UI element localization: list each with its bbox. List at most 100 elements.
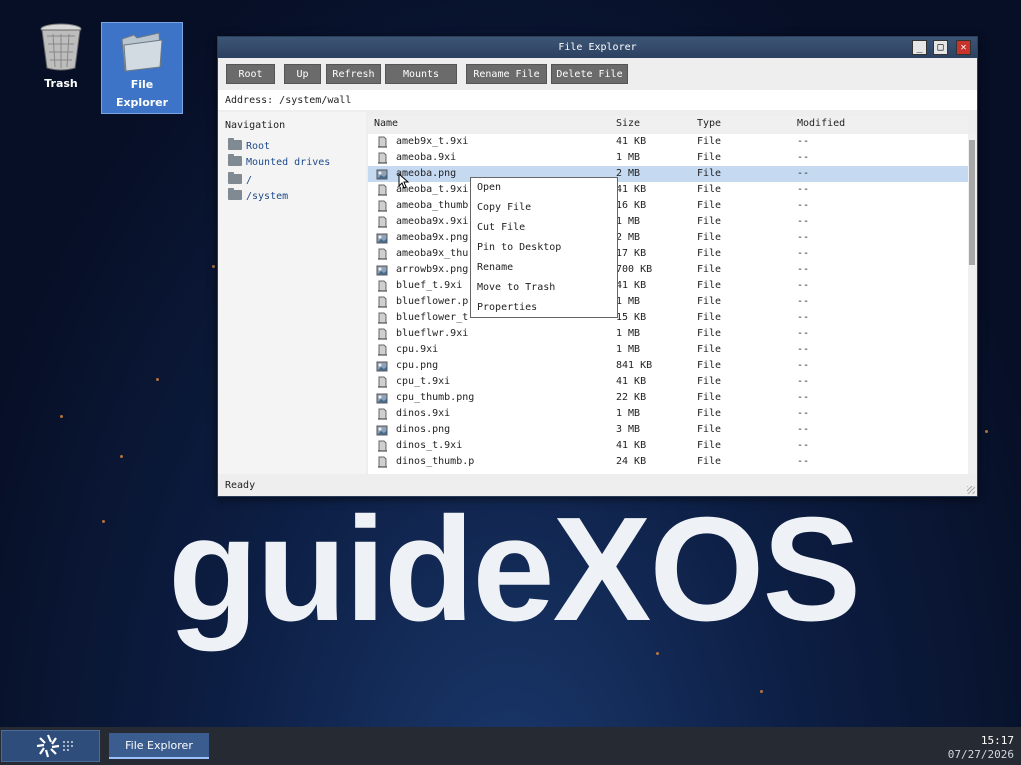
file-type: File [697, 312, 722, 323]
file-icon [378, 152, 387, 164]
file-type: File [697, 360, 722, 371]
file-type: File [697, 264, 722, 275]
file-name: blueflwr.9xi [396, 328, 469, 339]
table-row[interactable]: cpu_t.9xi 41 KB File -- [368, 374, 968, 390]
desktop-icon-file-explorer[interactable]: File Explorer [101, 22, 183, 114]
clock-date: 07/27/2026 [947, 748, 1014, 761]
file-list[interactable]: Name Size Type Modified ameb9x_t.9xi 41 K… [368, 116, 968, 474]
spark [60, 415, 63, 418]
file-modified: -- [797, 312, 810, 323]
file-modified: -- [797, 136, 810, 147]
nav-item-slash[interactable]: / [228, 172, 253, 188]
table-row[interactable]: bluef_t.9xi 41 KB File -- [368, 278, 968, 294]
file-type: File [697, 344, 722, 355]
minimize-button[interactable]: _ [912, 40, 927, 55]
file-icon [378, 408, 387, 420]
maximize-button[interactable]: □ [933, 40, 948, 55]
folder-icon [228, 154, 242, 166]
table-row[interactable]: ameb9x_t.9xi 41 KB File -- [368, 134, 968, 150]
table-row[interactable]: arrowb9x.png 700 KB File -- [368, 262, 968, 278]
column-header-modified[interactable]: Modified [797, 117, 845, 131]
nav-item-label: / [246, 175, 253, 186]
table-row[interactable]: ameoba9x.png 2 MB File -- [368, 230, 968, 246]
address-bar[interactable]: Address: /system/wall [218, 90, 977, 110]
nav-item-system[interactable]: /system [228, 188, 289, 204]
desktop-icon-trash[interactable]: Trash [21, 22, 101, 93]
scrollbar-thumb[interactable] [969, 140, 975, 265]
file-modified: -- [797, 296, 810, 307]
file-size: 1 MB [616, 152, 641, 163]
file-name: cpu.9xi [396, 344, 439, 355]
file-modified: -- [797, 264, 810, 275]
column-header-size[interactable]: Size [616, 117, 640, 131]
table-row[interactable]: ameoba9x.9xi 1 MB File -- [368, 214, 968, 230]
file-icon [378, 328, 387, 340]
close-button[interactable]: ✕ [956, 40, 971, 55]
nav-item-root[interactable]: Root [228, 138, 270, 154]
delete-file-button[interactable]: Delete File [551, 64, 628, 84]
table-row[interactable]: ameoba_t.9xi 41 KB File -- [368, 182, 968, 198]
file-type: File [697, 296, 722, 307]
table-row[interactable]: dinos_thumb.p 24 KB File -- [368, 454, 968, 470]
menu-item-open[interactable]: Open [477, 181, 501, 195]
table-row[interactable]: cpu.png 841 KB File -- [368, 358, 968, 374]
file-type: File [697, 424, 722, 435]
table-row[interactable]: ameoba_thumb 16 KB File -- [368, 198, 968, 214]
file-icon [378, 312, 387, 324]
menu-item-cut-file[interactable]: Cut File [477, 221, 525, 235]
table-row[interactable]: ameoba.png 2 MB File -- [368, 166, 968, 182]
menu-item-properties[interactable]: Properties [477, 301, 537, 315]
taskbar-item-file-explorer[interactable]: File Explorer [109, 733, 209, 759]
up-button[interactable]: Up [284, 64, 321, 84]
nav-item-label: /system [246, 191, 289, 202]
column-header-name[interactable]: Name [374, 117, 398, 131]
file-name: dinos.9xi [396, 408, 451, 419]
file-size: 1 MB [616, 328, 641, 339]
menu-item-move-to-trash[interactable]: Move to Trash [477, 281, 555, 295]
file-type: File [697, 408, 722, 419]
file-modified: -- [797, 280, 810, 291]
root-button[interactable]: Root [226, 64, 275, 84]
file-modified: -- [797, 168, 810, 179]
table-row[interactable]: ameoba9x_thu 17 KB File -- [368, 246, 968, 262]
nav-item-mounted-drives[interactable]: Mounted drives [228, 154, 331, 170]
file-size: 1 MB [616, 296, 641, 307]
table-row[interactable]: blueflower.p 1 MB File -- [368, 294, 968, 310]
table-row[interactable]: dinos_t.9xi 41 KB File -- [368, 438, 968, 454]
rename-file-button[interactable]: Rename File [466, 64, 547, 84]
table-row[interactable]: cpu.9xi 1 MB File -- [368, 342, 968, 358]
mounts-button[interactable]: Mounts [385, 64, 457, 84]
clock[interactable]: 15:17 07/27/2026 [948, 734, 1014, 762]
table-row[interactable]: blueflower_t 15 KB File -- [368, 310, 968, 326]
desktop-icon-label: File [130, 78, 154, 91]
file-type: File [697, 328, 722, 339]
clock-time: 15:17 [980, 734, 1014, 747]
window-titlebar[interactable]: File Explorer _ □ ✕ [218, 37, 977, 58]
file-icon [378, 344, 387, 356]
refresh-button[interactable]: Refresh [326, 64, 381, 84]
file-list-header: Name Size Type Modified [368, 116, 968, 134]
menu-item-pin-to-desktop[interactable]: Pin to Desktop [477, 241, 561, 255]
column-header-type[interactable]: Type [697, 117, 721, 131]
file-type: File [697, 280, 722, 291]
table-row[interactable]: dinos.9xi 1 MB File -- [368, 406, 968, 422]
menu-item-copy-file[interactable]: Copy File [477, 201, 531, 215]
resize-grip[interactable] [967, 486, 975, 494]
file-modified: -- [797, 424, 810, 435]
desktop-icon-label: Trash [44, 77, 78, 90]
menu-item-rename[interactable]: Rename [477, 261, 513, 275]
spark [156, 378, 159, 381]
start-button[interactable] [1, 730, 100, 762]
table-row[interactable]: cpu_thumb.png 22 KB File -- [368, 390, 968, 406]
nav-item-label: Mounted drives [246, 157, 331, 168]
image-file-icon [376, 361, 388, 372]
file-size: 1 MB [616, 344, 641, 355]
table-row[interactable]: dinos.png 3 MB File -- [368, 422, 968, 438]
file-icon [378, 184, 387, 196]
file-icon [378, 376, 387, 388]
table-row[interactable]: ameoba.9xi 1 MB File -- [368, 150, 968, 166]
file-list-scrollbar[interactable] [968, 134, 976, 474]
file-modified: -- [797, 408, 810, 419]
taskbar: File Explorer 15:17 07/27/2026 [0, 727, 1021, 765]
table-row[interactable]: blueflwr.9xi 1 MB File -- [368, 326, 968, 342]
